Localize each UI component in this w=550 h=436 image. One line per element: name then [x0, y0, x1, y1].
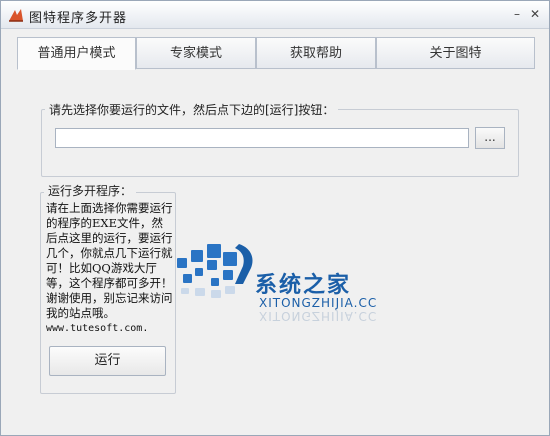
file-path-input[interactable]: [55, 128, 469, 148]
minimize-button[interactable]: –: [510, 7, 524, 21]
main-window: 图特程序多开器 – ✕ 普通用户模式 专家模式 获取帮助 关于图特 请先选择你要…: [0, 0, 550, 436]
tab-get-help[interactable]: 获取帮助: [256, 37, 376, 69]
site-url: www.tutesoft.com.: [46, 323, 149, 334]
file-select-legend: 请先选择你要运行的文件，然后点下边的[运行]按钮：: [45, 101, 339, 118]
title-bar[interactable]: 图特程序多开器 – ✕: [1, 1, 549, 29]
window-title: 图特程序多开器: [29, 11, 128, 26]
instructions-body: 请在上面选择你需要运行的程序的EXE文件，然后点这里的运行，要运行几个，你就点几…: [46, 201, 173, 320]
run-button[interactable]: 运行: [49, 346, 166, 376]
close-button[interactable]: ✕: [528, 7, 542, 21]
watermark-title: 系统之家: [255, 273, 352, 298]
tab-expert-mode[interactable]: 专家模式: [136, 37, 256, 69]
run-group-legend: 运行多开程序：: [44, 182, 137, 199]
tab-normal-user-mode[interactable]: 普通用户模式: [17, 37, 136, 70]
tab-about[interactable]: 关于图特: [376, 37, 535, 69]
watermark-subtitle: XITONGZHIJIA.CC: [259, 296, 378, 310]
browse-button[interactable]: ...: [475, 127, 505, 149]
instructions-text: 请在上面选择你需要运行的程序的EXE文件，然后点这里的运行，要运行几个，你就点几…: [46, 201, 174, 336]
app-icon: [9, 9, 23, 22]
tab-content: 请先选择你要运行的文件，然后点下边的[运行]按钮： ... 运行多开程序： 请在…: [17, 68, 535, 423]
watermark-reflection: XITONGZHIJIA.CC: [259, 309, 378, 323]
tab-bar: 普通用户模式 专家模式 获取帮助 关于图特: [17, 37, 535, 70]
